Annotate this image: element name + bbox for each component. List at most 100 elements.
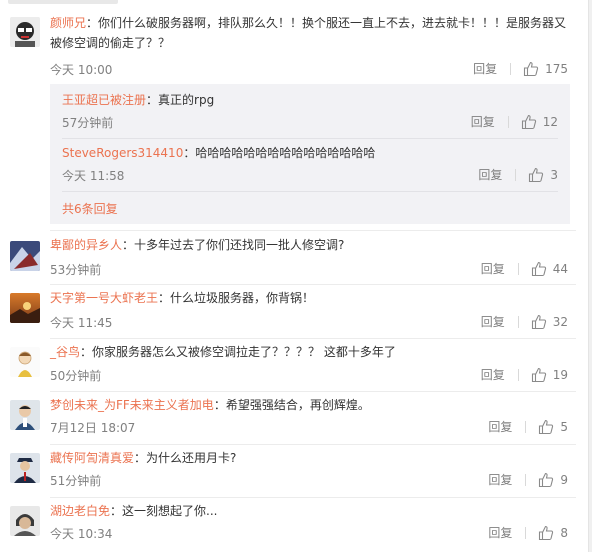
comment-body: 你们什么破服务器啊，排队那么久！！换个服还一直上不去，进去就卡！！！是服务器又被… [50,16,567,50]
like-button[interactable]: 32 [531,314,568,330]
reply-button[interactable]: 回复 [481,366,505,383]
comment-username[interactable]: 天字第一号大虾老王 [50,291,158,305]
sub-comment-actions: 回复 12 [471,113,558,130]
action-separator [525,473,527,486]
avatar[interactable] [10,17,40,47]
comment-time: 今天 10:34 [50,527,113,541]
action-separator [525,526,527,539]
thumbs-up-icon [524,61,539,76]
avatar[interactable] [10,347,40,377]
comment-username[interactable]: _谷鸟 [50,345,80,359]
thumbs-up-icon [521,114,536,129]
comment-body: 希望强强结合，再创辉煌。 [225,398,370,412]
sub-comment-actions: 回复 3 [478,166,558,183]
like-button[interactable]: 19 [531,367,568,383]
comment-time: 50分钟前 [50,369,102,383]
like-count: 12 [542,114,558,129]
like-count: 3 [550,167,558,182]
like-count: 8 [560,525,568,540]
sub-comment-username[interactable]: SteveRogers314410 [62,146,183,160]
reply-button[interactable]: 回复 [481,260,505,277]
comment-username[interactable]: 梦创未来_为FF未来主义者加电 [50,398,214,412]
comment-time: 今天 11:45 [50,316,113,330]
action-separator [517,315,519,328]
comment-username[interactable]: 颜师兄 [50,16,86,30]
comment-username[interactable]: 卑鄙的异乡人 [50,238,122,252]
comment-body: 什么垃圾服务器，你背锅！ [170,291,315,305]
sub-comment-username[interactable]: 王亚超已被注册 [62,93,146,107]
action-separator [507,115,509,128]
comment-text: 藏传阿訇清真爱：为什么还用月卡? [50,451,237,465]
comment-body: 你家服务器怎么又被修空调拉走了？？？？ 这都十多年了 [92,345,396,359]
sub-comments-box: 王亚超已被注册：真正的rpg 57分钟前 回复 12 SteveRogers31… [50,84,570,224]
sub-comment-body: 真正的rpg [158,93,215,107]
thumbs-up-icon [529,167,544,182]
view-all-replies-link[interactable]: 共6条回复 [62,200,118,217]
reply-button[interactable]: 回复 [478,166,502,183]
action-separator [525,420,527,433]
sub-comment-text: 王亚超已被注册：真正的rpg [62,93,215,107]
comment-time: 今天 10:00 [50,63,113,77]
avatar[interactable] [10,506,40,536]
comment-username[interactable]: 湖边老白免 [50,504,110,518]
avatar[interactable] [10,293,40,323]
avatar[interactable] [10,241,40,271]
reply-button[interactable]: 回复 [488,524,512,541]
sub-comment-text: SteveRogers314410：哈哈哈哈哈哈哈哈哈哈哈哈哈哈哈 [62,146,376,160]
comment-text: 颜师兄：你们什么破服务器啊，排队那么久！！换个服还一直上不去，进去就卡！！！是服… [50,16,567,50]
like-button[interactable]: 44 [531,261,568,277]
comment-actions: 回复 9 [488,471,568,488]
thumbs-up-icon [539,525,554,540]
comment-item: _谷鸟：你家服务器怎么又被修空调拉走了？？？？ 这都十多年了 50分钟前 回复 … [0,338,588,391]
divider [62,191,558,192]
comment-actions: 回复 44 [481,260,568,277]
action-separator [515,168,517,181]
comment-actions: 回复 175 [473,60,568,77]
thumbs-up-icon [531,261,546,276]
comment-username[interactable]: 藏传阿訇清真爱 [50,451,134,465]
sub-comment-item: SteveRogers314410：哈哈哈哈哈哈哈哈哈哈哈哈哈哈哈 今天 11:… [62,139,570,192]
comment-item: 天字第一号大虾老王：什么垃圾服务器，你背锅！ 今天 11:45 回复 32 [0,284,588,337]
comment-item: 梦创未来_为FF未来主义者加电：希望强强结合，再创辉煌。 7月12日 18:07… [0,391,588,444]
comment-time: 7月12日 18:07 [50,421,136,435]
comment-text: 湖边老白免：这一刻想起了你... [50,504,218,518]
action-separator [517,262,519,275]
like-button[interactable]: 3 [528,167,558,183]
thumbs-up-icon [539,419,554,434]
comment-item: 湖边老白免：这一刻想起了你... 今天 10:34 回复 8 [0,497,588,552]
comment-text: 天字第一号大虾老王：什么垃圾服务器，你背锅！ [50,291,315,305]
comment-body: 为什么还用月卡? [146,451,237,465]
sub-comment-item: 王亚超已被注册：真正的rpg 57分钟前 回复 12 [62,84,570,139]
like-count: 175 [545,61,568,76]
comment-time: 51分钟前 [50,474,102,488]
comment-item: 卑鄙的异乡人：十多年过去了你们还找同一批人修空调? 53分钟前 回复 44 [0,230,588,283]
sub-comment-time: 今天 11:58 [62,169,125,183]
like-button[interactable]: 8 [538,525,568,541]
like-button[interactable]: 5 [538,419,568,435]
like-button[interactable]: 9 [538,472,568,488]
avatar[interactable] [10,453,40,483]
comment-item: 藏传阿訇清真爱：为什么还用月卡? 51分钟前 回复 9 [0,444,588,497]
action-separator [510,62,512,75]
comment-body: 这一刻想起了你... [122,504,218,518]
comment-actions: 回复 8 [488,524,568,541]
reply-button[interactable]: 回复 [488,418,512,435]
reply-button[interactable]: 回复 [473,60,497,77]
comment-text: _谷鸟：你家服务器怎么又被修空调拉走了？？？？ 这都十多年了 [50,345,396,359]
like-button[interactable]: 12 [521,114,558,130]
comment-actions: 回复 32 [481,313,568,330]
like-button[interactable]: 175 [523,61,568,77]
like-count: 44 [552,261,568,276]
scrollbar-edge[interactable] [588,0,592,552]
sub-comment-body: 哈哈哈哈哈哈哈哈哈哈哈哈哈哈哈 [195,146,376,160]
reply-button[interactable]: 回复 [471,113,495,130]
reply-button[interactable]: 回复 [481,313,505,330]
comment-text: 卑鄙的异乡人：十多年过去了你们还找同一批人修空调? [50,238,345,252]
comment-item: 颜师兄：你们什么破服务器啊，排队那么久！！换个服还一直上不去，进去就卡！！！是服… [0,0,588,230]
sub-comment-time: 57分钟前 [62,116,114,130]
avatar[interactable] [10,400,40,430]
reply-button[interactable]: 回复 [488,471,512,488]
like-count: 32 [552,314,568,329]
action-separator [517,368,519,381]
thumbs-up-icon [531,314,546,329]
